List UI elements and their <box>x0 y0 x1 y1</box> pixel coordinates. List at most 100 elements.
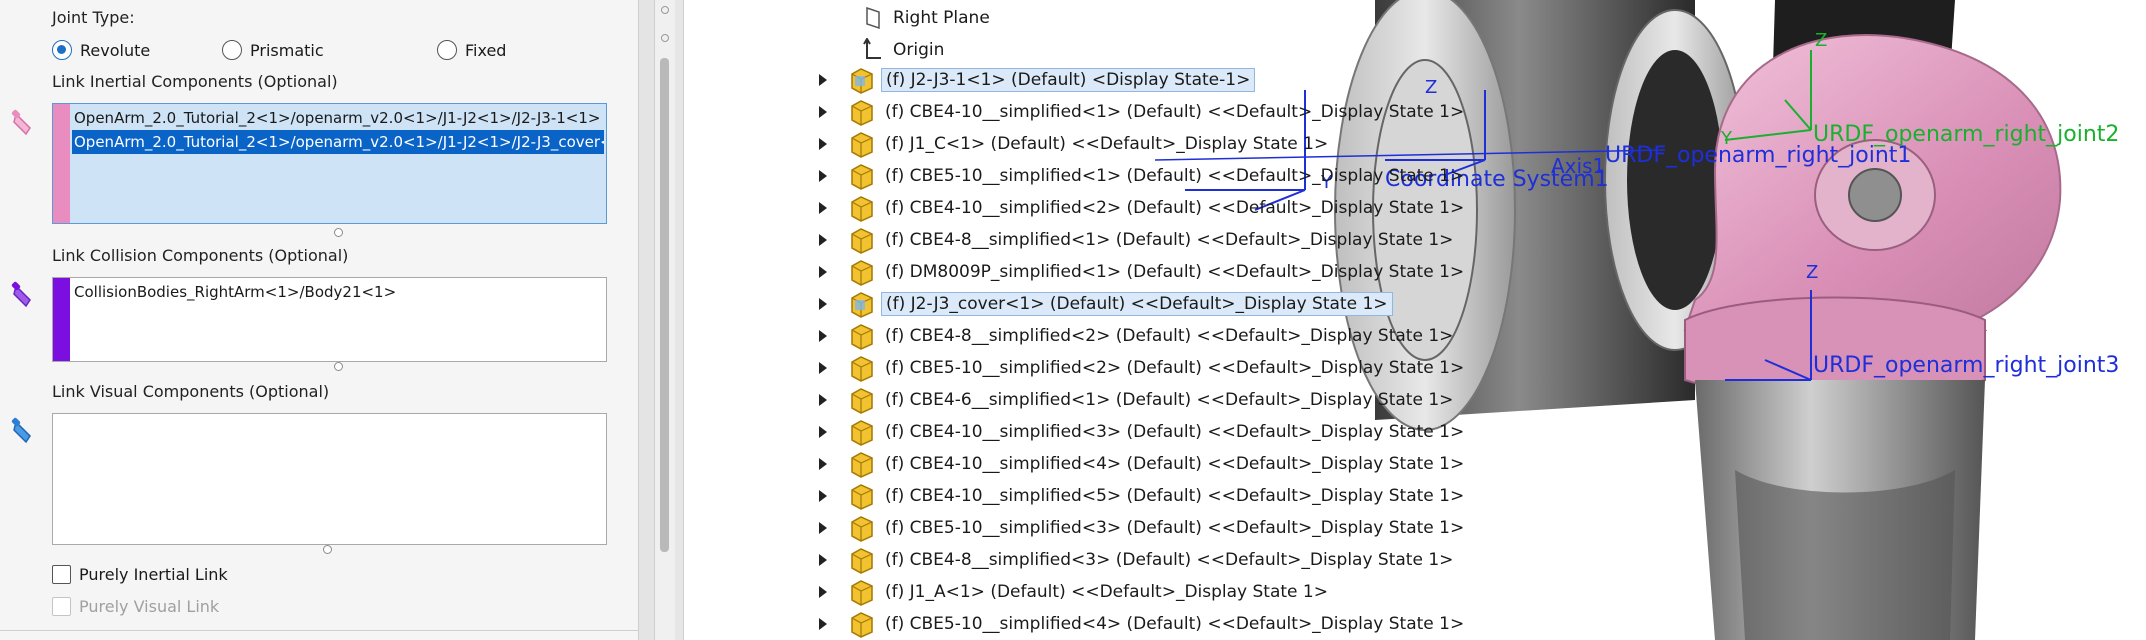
tree-row[interactable]: (f) J2-J3-1<1> (Default) <Display State-… <box>815 66 1256 94</box>
visual-components-list[interactable] <box>52 413 607 545</box>
tree-row[interactable]: (f) J1_A<1> (Default) <<Default>_Display… <box>815 578 1332 606</box>
panel-scrollbar[interactable] <box>655 0 675 640</box>
lower-arm-shadow <box>1735 470 1955 640</box>
tree-row-label: (f) CBE5-10__simplified<2> (Default) <<D… <box>885 358 1465 378</box>
collision-components-label: Link Collision Components (Optional) <box>52 246 349 265</box>
part-icon <box>851 292 873 318</box>
purely-visual-checkbox: Purely Visual Link <box>52 597 219 616</box>
expand-arrow-icon[interactable] <box>815 200 831 216</box>
part-icon <box>851 580 873 606</box>
tree-row-label: (f) DM8009P_simplified<1> (Default) <<De… <box>885 262 1465 282</box>
tree-row-label: (f) J1_A<1> (Default) <<Default>_Display… <box>885 582 1328 602</box>
tree-row[interactable]: (f) J2-J3_cover<1> (Default) <<Default>_… <box>815 290 1393 318</box>
origin-icon <box>863 38 881 59</box>
scroll-arrow-2[interactable] <box>661 34 669 42</box>
joint2-z-label: Z <box>1815 30 1828 51</box>
tree-row-label: (f) CBE4-8__simplified<2> (Default) <<De… <box>885 326 1454 346</box>
collision-components-list[interactable]: CollisionBodies_RightArm<1>/Body21<1> <box>52 277 607 362</box>
graphics-splitter[interactable] <box>675 0 684 640</box>
tree-row-label: (f) CBE4-10__simplified<4> (Default) <<D… <box>885 454 1465 474</box>
panel-splitter[interactable] <box>638 0 655 640</box>
tree-row[interactable]: (f) CBE4-8__simplified<3> (Default) <<De… <box>815 546 1457 574</box>
collision-resize-handle[interactable] <box>334 362 343 371</box>
tree-row[interactable]: (f) CBE4-10__simplified<4> (Default) <<D… <box>815 450 1468 478</box>
radio-fixed-label: Fixed <box>465 40 507 60</box>
expand-arrow-icon[interactable] <box>815 616 831 632</box>
expand-arrow-icon[interactable] <box>815 520 831 536</box>
tree-row[interactable]: (f) CBE4-10__simplified<3> (Default) <<D… <box>815 418 1468 446</box>
inertial-list-item[interactable]: OpenArm_2.0_Tutorial_2<1>/openarm_v2.0<1… <box>72 130 604 154</box>
joint-type-label: Joint Type: <box>52 8 135 27</box>
joint3-label: URDF_openarm_right_joint3 <box>1813 353 2120 378</box>
tree-row[interactable]: (f) CBE4-10__simplified<1> (Default) <<D… <box>815 98 1468 126</box>
collision-highlight-icon[interactable] <box>8 280 38 310</box>
expand-arrow-icon[interactable] <box>815 264 831 280</box>
radio-revolute[interactable]: Revolute <box>52 40 150 60</box>
expand-arrow-icon[interactable] <box>815 328 831 344</box>
joint3-z-label: Z <box>1806 262 1819 283</box>
visual-highlight-icon[interactable] <box>8 416 38 446</box>
tree-row-label: (f) CBE4-10__simplified<3> (Default) <<D… <box>885 422 1465 442</box>
part-icon <box>851 516 873 542</box>
radio-prismatic-circle[interactable] <box>222 40 242 60</box>
radio-fixed-circle[interactable] <box>437 40 457 60</box>
expand-arrow-icon[interactable] <box>815 360 831 376</box>
part-icon <box>851 356 873 382</box>
collision-list-item[interactable]: CollisionBodies_RightArm<1>/Body21<1> <box>72 280 604 304</box>
tree-row-label: (f) CBE5-10__simplified<4> (Default) <<D… <box>885 614 1465 634</box>
radio-fixed[interactable]: Fixed <box>437 40 506 60</box>
tree-row[interactable]: (f) DM8009P_simplified<1> (Default) <<De… <box>815 258 1468 286</box>
inertial-components-label: Link Inertial Components (Optional) <box>52 72 338 91</box>
expand-arrow-icon[interactable] <box>815 104 831 120</box>
coord-z-label: Z <box>1425 77 1438 98</box>
expand-arrow-icon[interactable] <box>815 456 831 472</box>
joint-bore <box>1848 168 1902 222</box>
inertial-resize-handle[interactable] <box>334 228 343 237</box>
tree-row-label: (f) CBE5-10__simplified<1> (Default) <<D… <box>885 166 1465 186</box>
tree-row[interactable]: (f) CBE5-10__simplified<1> (Default) <<D… <box>815 162 1468 190</box>
expand-arrow-icon[interactable] <box>815 296 831 312</box>
tree-row[interactable]: (f) CBE5-10__simplified<3> (Default) <<D… <box>815 514 1468 542</box>
radio-prismatic[interactable]: Prismatic <box>222 40 324 60</box>
scroll-up-arrow[interactable] <box>661 6 669 14</box>
tree-row[interactable]: (f) CBE4-10__simplified<5> (Default) <<D… <box>815 482 1468 510</box>
inertial-components-list[interactable]: OpenArm_2.0_Tutorial_2<1>/openarm_v2.0<1… <box>52 103 607 224</box>
part-icon <box>851 420 873 446</box>
tree-origin[interactable]: Origin <box>863 36 944 64</box>
tree-row[interactable]: (f) CBE4-10__simplified<2> (Default) <<D… <box>815 194 1468 222</box>
radio-revolute-circle[interactable] <box>52 40 72 60</box>
purely-inertial-checkbox[interactable]: Purely Inertial Link <box>52 565 228 584</box>
expand-arrow-icon[interactable] <box>815 72 831 88</box>
purely-visual-label: Purely Visual Link <box>79 597 220 616</box>
scrollbar-thumb[interactable] <box>660 58 669 552</box>
part-icon <box>851 484 873 510</box>
visual-resize-handle[interactable] <box>323 545 332 554</box>
inertial-list-item[interactable]: OpenArm_2.0_Tutorial_2<1>/openarm_v2.0<1… <box>72 106 604 130</box>
robot-arm-model[interactable] <box>685 0 2146 640</box>
tree-row-label: (f) CBE4-10__simplified<2> (Default) <<D… <box>885 198 1465 218</box>
tree-row[interactable]: (f) CBE5-10__simplified<2> (Default) <<D… <box>815 354 1468 382</box>
axis1-label: Axis1 <box>1551 154 1606 178</box>
tree-row[interactable]: (f) J1_C<1> (Default) <<Default>_Display… <box>815 130 1332 158</box>
tree-row-label: (f) CBE5-10__simplified<3> (Default) <<D… <box>885 518 1465 538</box>
expand-arrow-icon[interactable] <box>815 232 831 248</box>
expand-arrow-icon[interactable] <box>815 168 831 184</box>
tree-right-plane[interactable]: Right Plane <box>863 4 990 32</box>
expand-arrow-icon[interactable] <box>815 488 831 504</box>
purely-inertial-box[interactable] <box>52 565 71 584</box>
expand-arrow-icon[interactable] <box>815 584 831 600</box>
tree-row[interactable]: (f) CBE5-10__simplified<4> (Default) <<D… <box>815 610 1468 638</box>
inertial-highlight-icon[interactable] <box>8 108 38 138</box>
graphics-area[interactable]: URDF_openarm_right_joint2 URDF_openarm_r… <box>685 0 2146 640</box>
expand-arrow-icon[interactable] <box>815 552 831 568</box>
tree-row[interactable]: (f) CBE4-8__simplified<1> (Default) <<De… <box>815 226 1457 254</box>
part-icon <box>851 452 873 478</box>
visual-components-label: Link Visual Components (Optional) <box>52 382 330 401</box>
expand-arrow-icon[interactable] <box>815 424 831 440</box>
expand-arrow-icon[interactable] <box>815 136 831 152</box>
tree-right-plane-label: Right Plane <box>893 8 990 28</box>
tree-row[interactable]: (f) CBE4-6__simplified<1> (Default) <<De… <box>815 386 1457 414</box>
expand-arrow-icon[interactable] <box>815 392 831 408</box>
tree-row[interactable]: (f) CBE4-8__simplified<2> (Default) <<De… <box>815 322 1457 350</box>
joint2-y-label: Y <box>1721 128 1732 149</box>
